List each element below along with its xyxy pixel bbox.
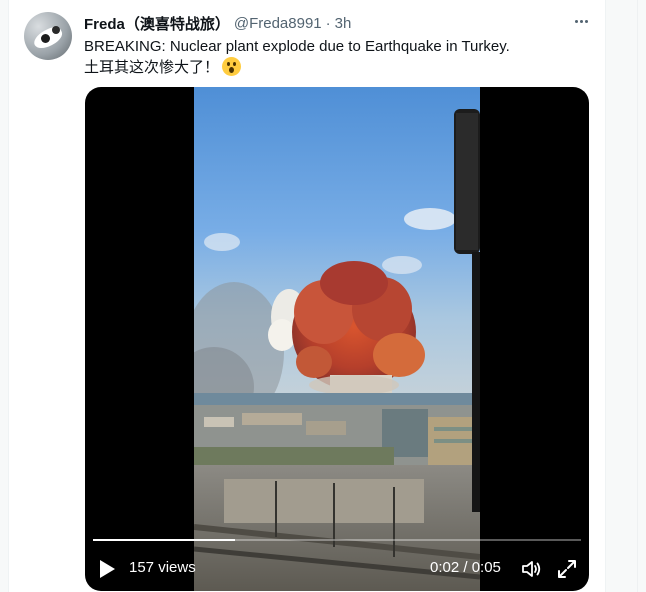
tweet-text: BREAKING: Nuclear plant explode due to E… — [84, 36, 589, 78]
timestamp[interactable]: 3h — [335, 15, 352, 32]
cat-avatar-ear — [52, 26, 60, 34]
tweet-text-line-2: 土耳其这次惨大了！ — [84, 57, 589, 78]
right-gutter — [607, 0, 646, 592]
cat-avatar-spot — [41, 34, 50, 43]
more-icon[interactable] — [571, 11, 591, 31]
avatar[interactable] — [24, 12, 72, 60]
tweet-text-line-2-content: 土耳其这次惨大了！ — [84, 59, 220, 76]
video-progress-bar[interactable] — [93, 539, 581, 541]
video-timecode: 0:02 / 0:05 — [430, 559, 501, 576]
video-progress-fill — [93, 539, 235, 541]
video-controls: 157 views 0:02 / 0:05 — [85, 547, 589, 587]
tweet-header: Freda（澳喜特战旅） @Freda8991 · 3h — [84, 13, 351, 33]
fearful-face-emoji-icon — [222, 57, 242, 76]
display-name[interactable]: Freda（澳喜特战旅） — [84, 13, 230, 34]
video-frame — [194, 87, 480, 591]
right-divider — [637, 0, 638, 592]
separator-dot: · — [325, 14, 331, 32]
tweet-card[interactable]: Freda（澳喜特战旅） @Freda8991 · 3h BREAKING: N… — [8, 0, 606, 592]
video-player[interactable]: 157 views 0:02 / 0:05 — [85, 87, 589, 591]
user-handle[interactable]: @Freda8991 — [234, 15, 322, 32]
fullscreen-icon[interactable] — [557, 559, 577, 579]
volume-icon[interactable] — [521, 559, 541, 579]
play-icon[interactable] — [99, 560, 115, 578]
tweet-text-line-1: BREAKING: Nuclear plant explode due to E… — [84, 38, 510, 55]
view-count: 157 views — [129, 559, 196, 576]
